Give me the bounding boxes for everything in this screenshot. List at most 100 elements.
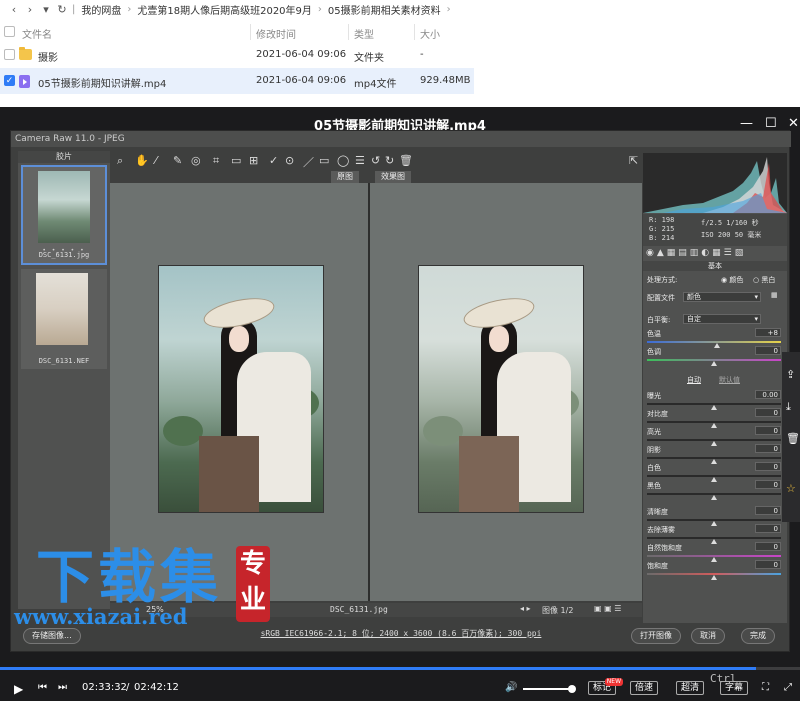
fullscreen-icon[interactable]: ⇱: [629, 154, 638, 167]
rotate-left-icon[interactable]: ↺: [371, 154, 380, 167]
brush-icon[interactable]: ／: [303, 154, 314, 170]
auto-link[interactable]: 自动: [687, 375, 701, 385]
slider-knob[interactable]: [711, 557, 717, 562]
column-header-size[interactable]: 大小: [420, 26, 440, 41]
treatment-color-radio[interactable]: ◉ 颜色: [721, 275, 743, 285]
slider-value[interactable]: 0: [755, 426, 781, 435]
graduated-filter-icon[interactable]: ▭: [319, 154, 329, 167]
minimize-icon[interactable]: —: [740, 116, 753, 131]
filmstrip-thumbnail[interactable]: DSC_6131.NEF: [21, 269, 107, 369]
slider-knob[interactable]: [711, 539, 717, 544]
cancel-button[interactable]: 取消: [691, 628, 725, 644]
volume-slider[interactable]: [523, 685, 576, 693]
close-icon[interactable]: ✕: [788, 116, 799, 131]
transform-tool-icon[interactable]: ⊞: [249, 154, 258, 167]
target-adjust-icon[interactable]: ◎: [191, 154, 201, 167]
trash-icon[interactable]: 🗑: [399, 154, 413, 167]
share-icon[interactable]: ⇪: [786, 368, 795, 381]
slider-value[interactable]: 0: [755, 560, 781, 569]
done-button[interactable]: 完成: [741, 628, 775, 644]
slider-value[interactable]: 0: [755, 524, 781, 533]
fullscreen-icon[interactable]: ⛶: [762, 682, 769, 693]
slider-knob[interactable]: [711, 361, 717, 366]
slider-value[interactable]: 0: [755, 462, 781, 471]
straighten-tool-icon[interactable]: ▭: [231, 154, 241, 167]
slider-value[interactable]: 0.00: [755, 390, 781, 399]
column-header-modified[interactable]: 修改时间: [256, 26, 296, 41]
forward-icon[interactable]: ›: [22, 3, 38, 16]
quality-button[interactable]: 超清: [676, 681, 705, 695]
column-divider[interactable]: [414, 24, 415, 40]
download-icon[interactable]: ⤓: [786, 400, 791, 414]
treatment-bw-radio[interactable]: ○ 黑白: [753, 275, 775, 285]
slider-knob[interactable]: [711, 441, 717, 446]
video-progress-bar[interactable]: [0, 667, 800, 670]
red-eye-icon[interactable]: ⊙: [285, 154, 294, 167]
slider-value[interactable]: 0: [755, 542, 781, 551]
view-mode-icon[interactable]: ▣ ▣ ☰: [594, 604, 621, 613]
next-icon[interactable]: ⏭: [58, 682, 67, 693]
column-divider[interactable]: [348, 24, 349, 40]
slider-knob[interactable]: [711, 459, 717, 464]
crop-tool-icon[interactable]: ⌗: [213, 154, 219, 168]
white-balance-select[interactable]: 自定 ▾: [683, 314, 761, 324]
breadcrumb-item-course[interactable]: 尤壹第18期人像后期高级班2020年9月: [137, 2, 312, 17]
slider-value[interactable]: +8: [755, 328, 781, 337]
slider-value[interactable]: 0: [755, 506, 781, 515]
refresh-icon[interactable]: ↻: [54, 3, 70, 16]
slider-value[interactable]: 0: [755, 346, 781, 355]
default-link[interactable]: 默认值: [719, 375, 740, 385]
rotate-right-icon[interactable]: ↻: [385, 154, 394, 167]
radial-filter-icon[interactable]: ◯: [337, 154, 349, 167]
column-divider[interactable]: [250, 24, 251, 40]
filmstrip-thumbnail[interactable]: • • • • • DSC_6131.jpg: [21, 165, 107, 265]
white-balance-tool-icon[interactable]: ⁄: [155, 154, 157, 167]
mark-button[interactable]: 标记 NEW: [588, 678, 624, 695]
slider-knob[interactable]: [711, 423, 717, 428]
menu-list-icon[interactable]: ☰: [355, 154, 365, 167]
row-checkbox[interactable]: [4, 49, 15, 60]
profile-select[interactable]: 颜色 ▾: [683, 292, 761, 302]
slider-value[interactable]: 0: [755, 480, 781, 489]
play-icon[interactable]: ▶: [14, 682, 23, 696]
bookmark-icon[interactable]: ☆: [786, 482, 796, 495]
slider-knob[interactable]: [711, 405, 717, 410]
before-photo[interactable]: [158, 265, 324, 513]
previous-icon[interactable]: ⏮: [38, 682, 47, 693]
volume-icon[interactable]: 🔊: [505, 682, 517, 693]
maximize-icon[interactable]: ☐: [765, 116, 777, 131]
back-icon[interactable]: ‹: [6, 3, 22, 16]
exit-fullscreen-icon[interactable]: ⤢: [784, 682, 792, 693]
slider-knob[interactable]: [713, 343, 720, 348]
panel-tabs-icon[interactable]: ◉▲▦▤▥◐▦☰▧: [643, 248, 787, 260]
color-sampler-icon[interactable]: ✎: [173, 154, 182, 167]
file-row-selected[interactable]: ✓ 05节摄影前期知识讲解.mp4 2021-06-04 09:06 mp4文件…: [0, 68, 474, 94]
hand-tool-icon[interactable]: ✋: [135, 154, 149, 167]
row-checkbox-checked[interactable]: ✓: [4, 75, 15, 86]
slider-value[interactable]: 0: [755, 408, 781, 417]
volume-knob[interactable]: [568, 685, 576, 693]
column-header-name[interactable]: 文件名: [22, 26, 52, 41]
slider-knob[interactable]: [711, 521, 717, 526]
nav-arrows-icon[interactable]: ◂ ▸: [520, 604, 531, 613]
file-row[interactable]: 摄影 2021-06-04 09:06 文件夹 -: [0, 42, 474, 68]
slider-knob[interactable]: [711, 495, 717, 500]
file-name[interactable]: 05节摄影前期知识讲解.mp4: [38, 75, 166, 90]
column-header-type[interactable]: 类型: [354, 26, 374, 41]
select-all-checkbox[interactable]: [4, 26, 15, 37]
save-image-button[interactable]: 存储图像...: [23, 628, 81, 644]
slider-knob[interactable]: [711, 575, 717, 580]
profile-grid-icon[interactable]: ▦: [771, 291, 778, 299]
file-name[interactable]: 摄影: [38, 49, 58, 64]
speed-button[interactable]: 倍速: [630, 681, 659, 695]
breadcrumb-item-folder[interactable]: 05摄影前期相关素材资料: [328, 2, 441, 17]
after-photo[interactable]: [418, 265, 584, 513]
history-dropdown-icon[interactable]: ▾: [38, 3, 54, 16]
delete-icon[interactable]: 🗑: [786, 432, 800, 445]
zoom-tool-icon[interactable]: ⌕: [117, 154, 123, 168]
slider-knob[interactable]: [711, 477, 717, 482]
open-image-button[interactable]: 打开图像: [631, 628, 681, 644]
spot-removal-icon[interactable]: ✓: [269, 154, 278, 167]
slider-value[interactable]: 0: [755, 444, 781, 453]
breadcrumb-item-root[interactable]: 我的网盘: [81, 2, 121, 17]
